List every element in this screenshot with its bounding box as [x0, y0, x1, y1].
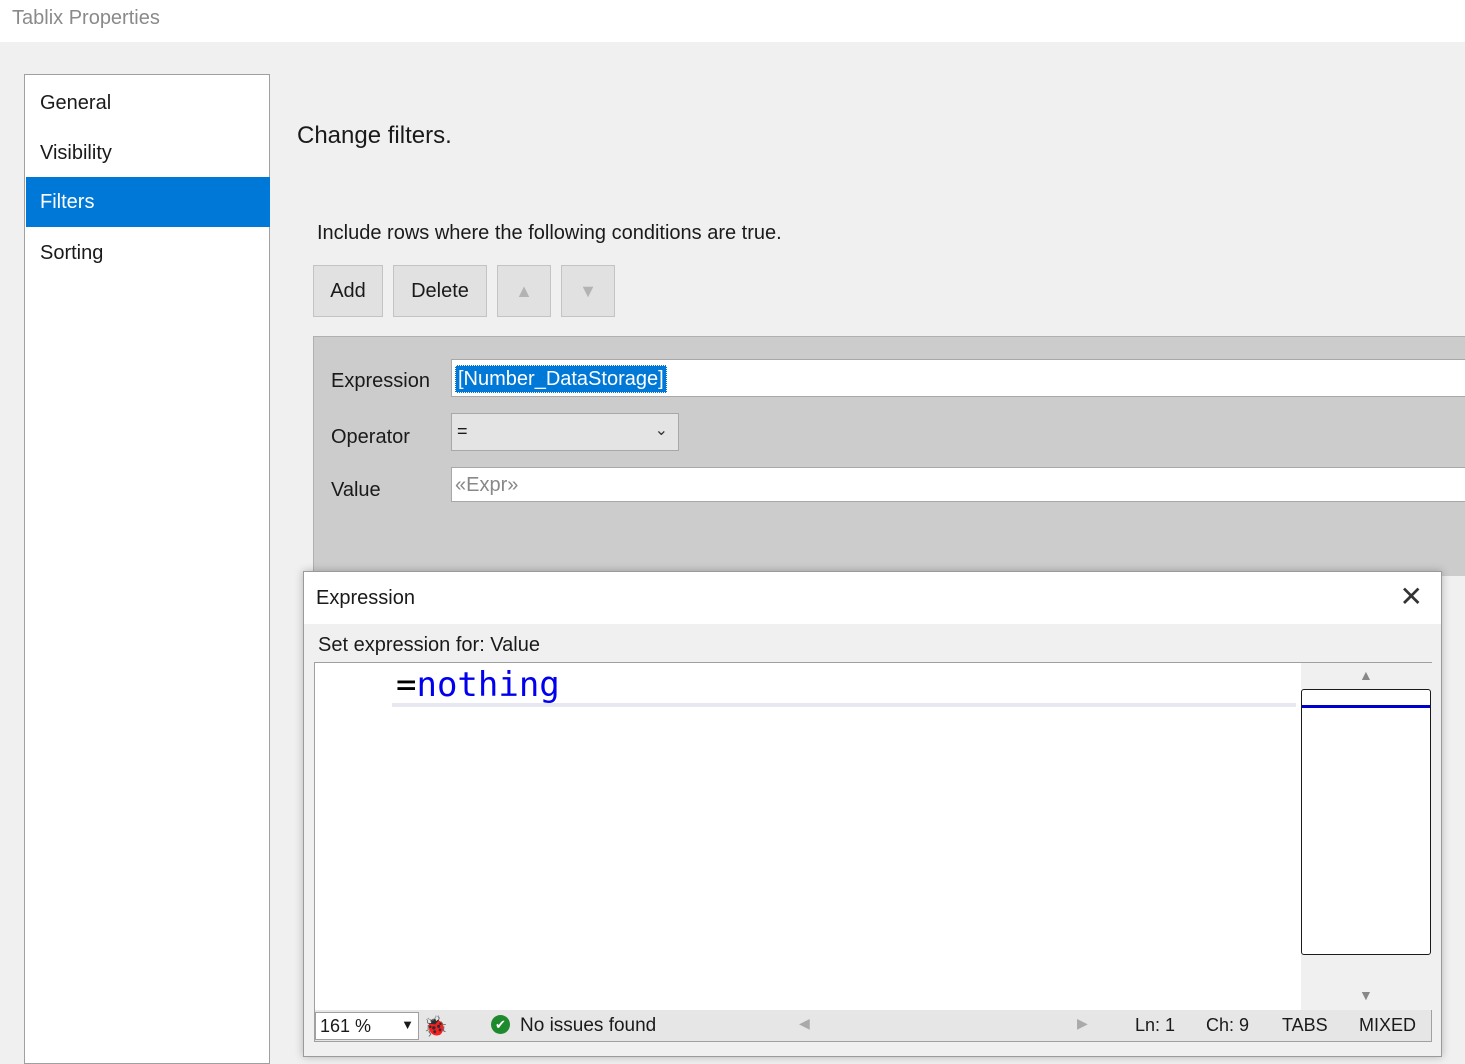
page-title: Change filters.: [297, 122, 452, 149]
code-line[interactable]: =nothing: [392, 667, 1296, 707]
eol-indicator[interactable]: MIXED: [1359, 1015, 1416, 1036]
char-indicator: Ch: 9: [1206, 1015, 1250, 1035]
arrow-down-icon: ▼: [579, 281, 597, 301]
sidebar-item-general[interactable]: General: [26, 78, 270, 128]
scroll-right-icon[interactable]: ▶: [1077, 1015, 1088, 1032]
dialog-subtitle: Set expression for: Value: [318, 634, 540, 656]
dropdown-arrow-icon: ▼: [401, 1017, 414, 1032]
scrollbar-thumb[interactable]: [1301, 689, 1431, 955]
expression-label: Expression: [331, 370, 430, 392]
value-label: Value: [331, 479, 381, 501]
editor-status-bar: 161 % ▼ 🐞 ✔ No issues found ◀ ▶ Ln: 1 Ch…: [315, 1010, 1431, 1041]
code-operator: =: [396, 665, 417, 705]
check-circle-icon: ✔: [491, 1015, 510, 1034]
code-keyword: nothing: [416, 665, 560, 705]
filter-instructions: Include rows where the following conditi…: [317, 222, 782, 244]
window-title: Tablix Properties: [12, 7, 160, 29]
value-placeholder: «Expr»: [455, 474, 519, 496]
operator-value: =: [457, 421, 468, 441]
delete-button[interactable]: Delete: [393, 265, 487, 317]
operator-select[interactable]: = ⌄: [451, 413, 679, 451]
title-bar: Tablix Properties: [0, 0, 1465, 42]
chevron-down-icon: ⌄: [654, 422, 668, 439]
sidebar-nav: General Visibility Filters Sorting: [24, 74, 270, 1064]
tabs-indicator[interactable]: TABS: [1282, 1015, 1328, 1036]
dialog-title: Expression: [316, 587, 415, 609]
arrow-up-icon: ▲: [515, 281, 533, 301]
expression-field[interactable]: [Number_DataStorage]: [451, 359, 1465, 397]
close-icon[interactable]: ✕: [1400, 582, 1423, 612]
vertical-scrollbar[interactable]: ▲ ▼: [1301, 663, 1432, 1010]
line-indicator: Ln: 1: [1135, 1015, 1176, 1035]
caret-position-marker: [1302, 705, 1430, 708]
dialog-header: Expression ✕: [304, 572, 1441, 624]
sidebar-item-visibility[interactable]: Visibility: [26, 128, 270, 178]
scroll-down-icon[interactable]: ▼: [1359, 987, 1373, 1003]
sidebar-item-filters[interactable]: Filters: [26, 177, 270, 227]
move-down-button[interactable]: ▼: [561, 265, 615, 317]
issues-status: No issues found: [520, 1015, 657, 1036]
expression-dialog: Expression ✕ Set expression for: Value =…: [303, 571, 1442, 1057]
zoom-value: 161 %: [320, 1016, 372, 1036]
move-up-button[interactable]: ▲: [497, 265, 551, 317]
scroll-left-icon[interactable]: ◀: [799, 1015, 810, 1032]
value-field[interactable]: «Expr»: [451, 467, 1465, 502]
scroll-up-icon[interactable]: ▲: [1359, 667, 1373, 683]
add-button[interactable]: Add: [313, 265, 383, 317]
expression-editor[interactable]: =nothing ▲ ▼ 161 % ▼ 🐞 ✔ No issues found…: [314, 662, 1432, 1042]
expression-value: [Number_DataStorage]: [455, 365, 667, 393]
operator-label: Operator: [331, 426, 410, 448]
bug-icon[interactable]: 🐞: [423, 1014, 448, 1039]
zoom-select[interactable]: 161 % ▼: [315, 1012, 419, 1040]
sidebar-item-sorting[interactable]: Sorting: [26, 228, 270, 278]
